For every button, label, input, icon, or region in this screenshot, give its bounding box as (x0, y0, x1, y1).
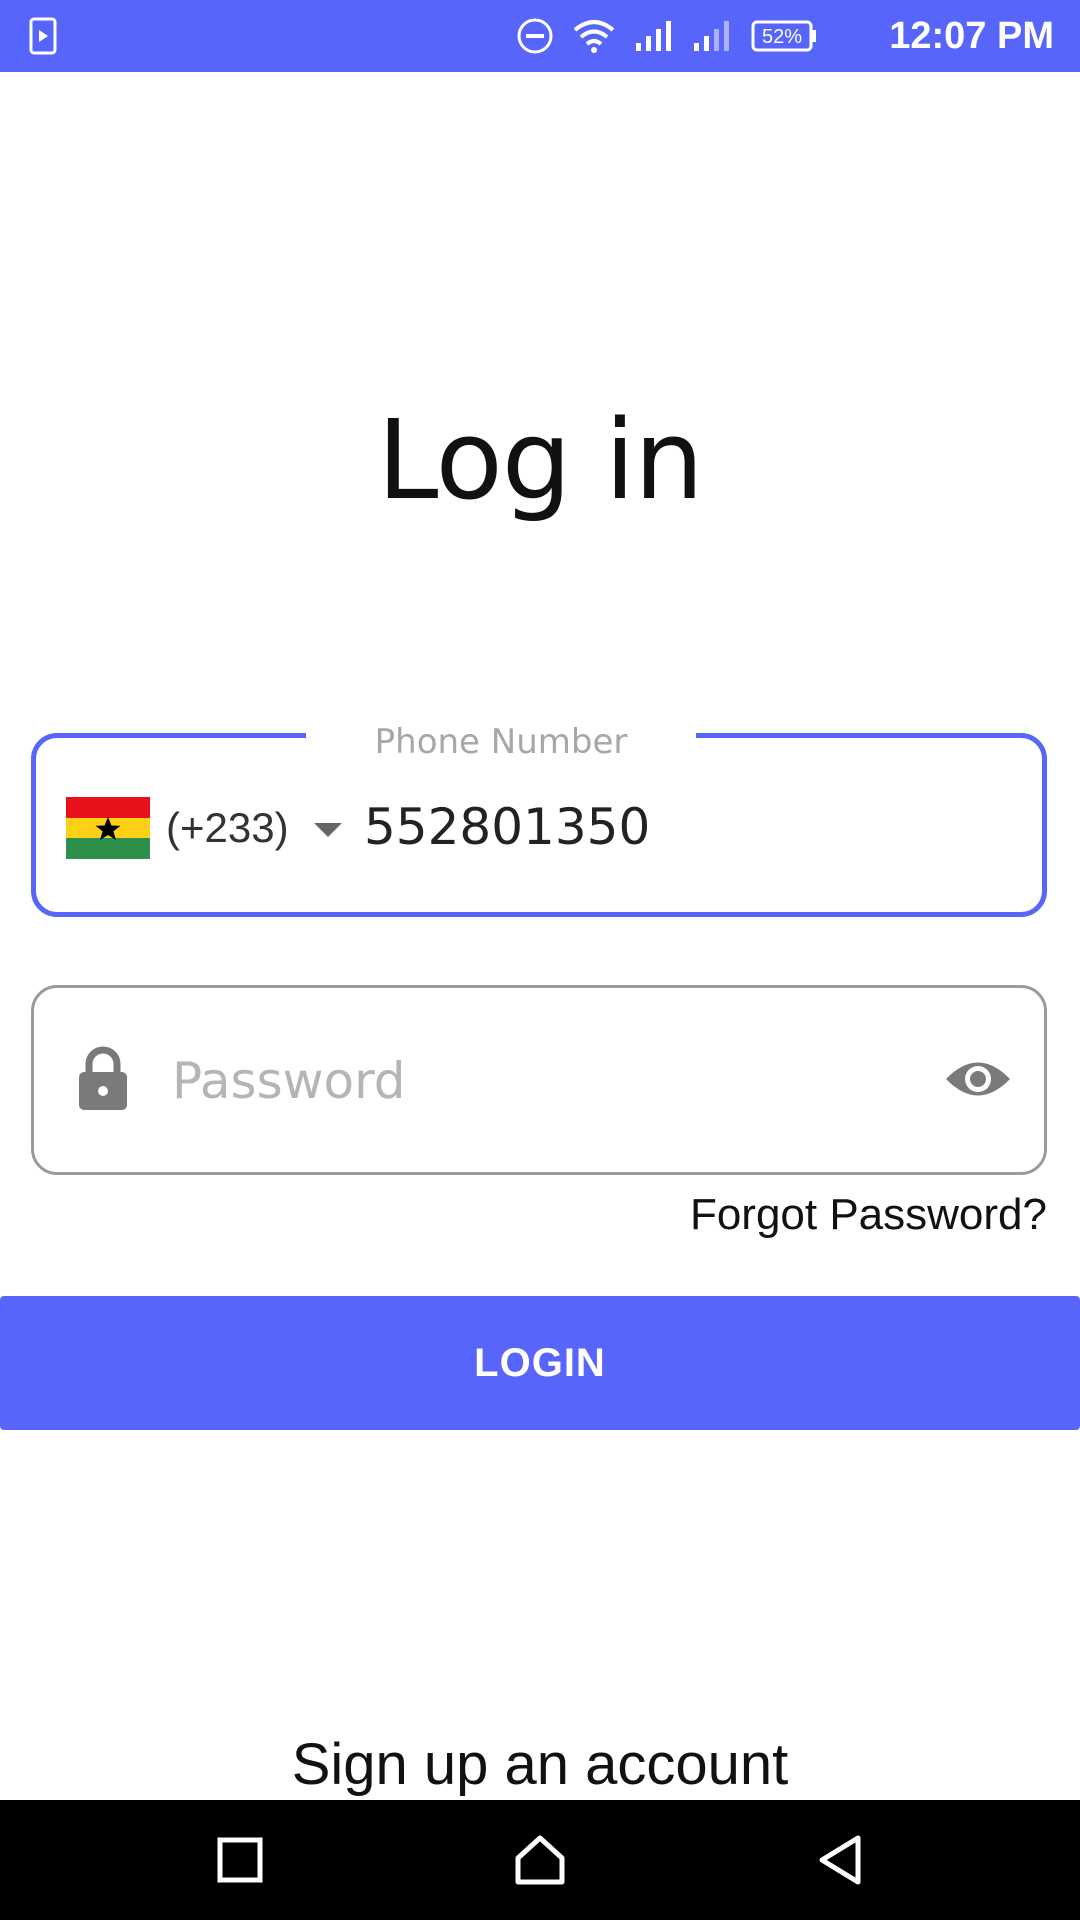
signal-icon (636, 21, 671, 51)
navigation-bar (0, 1800, 1080, 1920)
wifi-icon (573, 20, 615, 53)
battery-icon: 52% (751, 20, 816, 52)
battery-percent: 52% (762, 26, 802, 48)
do-not-disturb-icon (517, 18, 553, 54)
country-code[interactable]: (+233) (166, 802, 289, 854)
phone-number-input[interactable]: 552801350 (364, 798, 650, 856)
password-input[interactable] (172, 1048, 912, 1114)
signup-link[interactable]: Sign up an account (0, 1730, 1080, 1800)
forgot-password-link[interactable]: Forgot Password? (690, 1188, 1047, 1242)
phone-number-label: Phone Number (306, 720, 696, 764)
status-icons: 52% (516, 14, 818, 58)
login-button[interactable]: LOGIN (0, 1296, 1080, 1430)
back-icon[interactable] (810, 1830, 870, 1890)
status-bar: 52% 12:07 PM (0, 0, 1080, 72)
signal-icon (694, 21, 729, 51)
screen-record-icon (29, 17, 57, 55)
home-icon[interactable] (510, 1830, 570, 1890)
status-time: 12:07 PM (889, 15, 1054, 57)
eye-icon[interactable] (944, 1054, 1012, 1104)
lock-icon (79, 1046, 127, 1110)
ghana-flag-icon[interactable] (66, 797, 150, 859)
page-title: Log in (377, 396, 704, 524)
recents-icon[interactable] (210, 1830, 270, 1890)
chevron-down-icon[interactable] (312, 820, 344, 840)
